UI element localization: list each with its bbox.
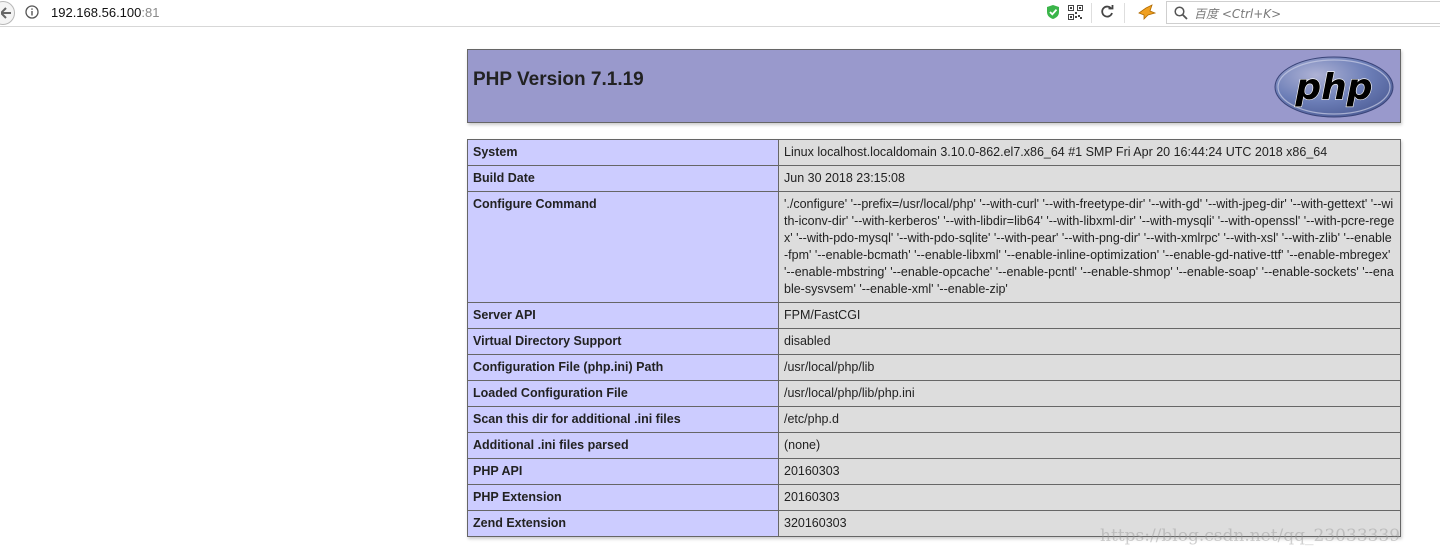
- toolbar-divider: [1091, 3, 1092, 23]
- row-label: PHP API: [467, 458, 779, 485]
- search-icon: [1174, 6, 1188, 20]
- row-value: FPM/FastCGI: [778, 302, 1401, 329]
- row-value: disabled: [778, 328, 1401, 355]
- table-row: PHP API 20160303: [467, 458, 1401, 485]
- table-row: Virtual Directory Support disabled: [467, 328, 1401, 355]
- shield-icon[interactable]: [1046, 4, 1060, 20]
- row-value: 20160303: [778, 458, 1401, 485]
- row-value: /usr/local/php/lib: [778, 354, 1401, 381]
- row-value: /etc/php.d: [778, 406, 1401, 433]
- row-value: /usr/local/php/lib/php.ini: [778, 380, 1401, 407]
- table-row: Configuration File (php.ini) Path/usr/lo…: [467, 354, 1401, 381]
- url-port: :81: [141, 5, 160, 20]
- search-placeholder: 百度 <Ctrl+K>: [1194, 7, 1282, 21]
- browser-toolbar: 192.168.56.100:81 百度 <Ctrl+K>: [0, 0, 1440, 27]
- qr-code-icon[interactable]: [1068, 5, 1083, 20]
- php-version-header: PHP Version 7.1.19 php: [467, 49, 1401, 123]
- row-value: './configure' '--prefix=/usr/local/php' …: [778, 191, 1401, 303]
- row-label: System: [467, 139, 779, 166]
- table-row: Scan this dir for additional .ini files /…: [467, 406, 1401, 433]
- table-row: Configure Command './configure' '--prefix…: [467, 191, 1401, 303]
- row-label: Loaded Configuration File: [467, 380, 779, 407]
- back-button[interactable]: [0, 1, 15, 25]
- toolbar-divider: [1124, 3, 1125, 23]
- row-label: Server API: [467, 302, 779, 329]
- row-label: Configuration File (php.ini) Path: [467, 354, 779, 381]
- row-label: PHP Extension: [467, 484, 779, 511]
- php-info-table: System Linux localhost.localdomain 3.10.0…: [467, 139, 1401, 537]
- row-label: Scan this dir for additional .ini files: [467, 406, 779, 433]
- search-input[interactable]: 百度 <Ctrl+K>: [1166, 1, 1440, 24]
- row-value: 20160303: [778, 484, 1401, 511]
- arrow-left-icon: [1, 7, 11, 19]
- row-value: Jun 30 2018 23:15:08: [778, 165, 1401, 192]
- table-row: PHP Extension 20160303: [467, 484, 1401, 511]
- page-title: PHP Version 7.1.19: [473, 69, 644, 90]
- table-row: Server API FPM/FastCGI: [467, 302, 1401, 329]
- row-value: (none): [778, 432, 1401, 459]
- row-label: Virtual Directory Support: [467, 328, 779, 355]
- table-row: Additional .ini files parsed (none): [467, 432, 1401, 459]
- table-row: System Linux localhost.localdomain 3.10.0…: [467, 139, 1401, 166]
- info-icon[interactable]: [25, 5, 39, 19]
- row-label: Build Date: [467, 165, 779, 192]
- row-label: Configure Command: [467, 191, 779, 303]
- reload-icon[interactable]: [1100, 5, 1114, 19]
- bird-extension-icon[interactable]: [1138, 4, 1156, 20]
- table-row: Build Date Jun 30 2018 23:15:08: [467, 165, 1401, 192]
- url-host: 192.168.56.100: [51, 5, 142, 20]
- watermark: https://blog.csdn.net/qq_23033339: [1100, 526, 1401, 546]
- row-label: Zend Extension: [467, 510, 779, 537]
- php-logo: php: [1274, 56, 1394, 118]
- row-label: Additional .ini files parsed: [467, 432, 779, 459]
- php-logo-text: php: [1294, 67, 1372, 108]
- row-value: Linux localhost.localdomain 3.10.0-862.e…: [778, 139, 1401, 166]
- address-bar[interactable]: 192.168.56.100:81: [51, 5, 159, 21]
- table-row: Loaded Configuration File/usr/local/php/…: [467, 380, 1401, 407]
